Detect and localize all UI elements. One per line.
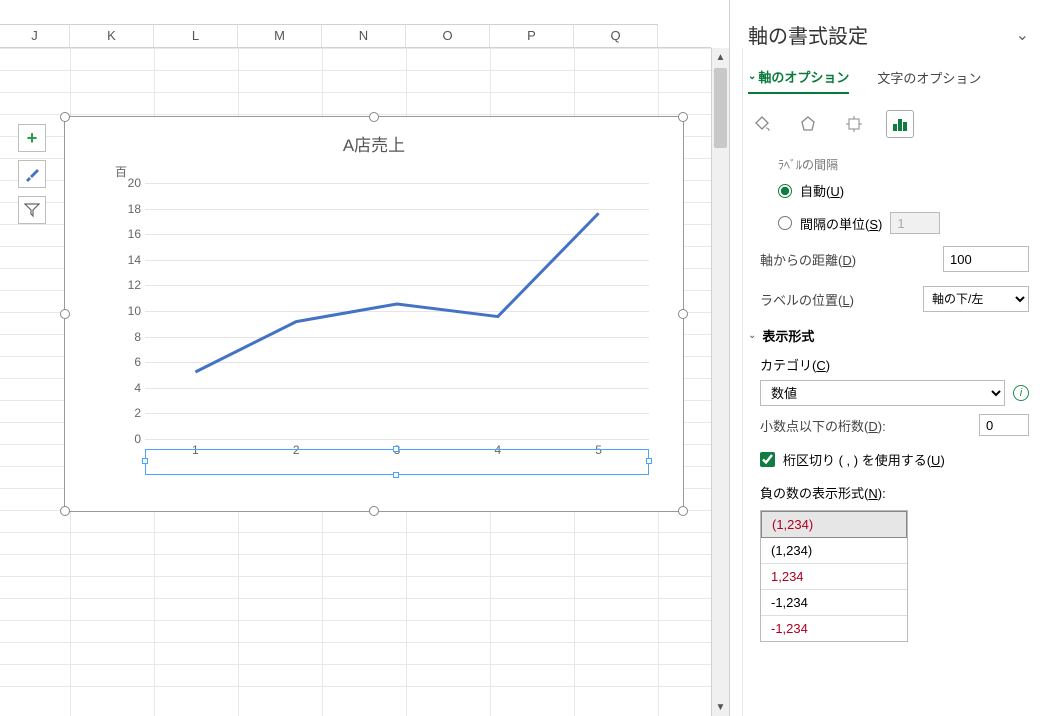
axis-sel-handle[interactable] [393,446,399,452]
axis-sel-handle[interactable] [646,458,652,464]
negative-format-option[interactable]: -1,234 [761,590,907,616]
size-properties-icon[interactable] [840,110,868,138]
option-tabs: ⌄軸のオプション 文字のオプション [748,67,1029,94]
negative-format-list[interactable]: (1,234) (1,234) 1,234 -1,234 -1,234 [760,510,908,642]
label-position-select[interactable]: 軸の下/左 [923,286,1029,312]
col-header[interactable]: P [490,24,574,47]
chart-mini-toolbar [18,124,46,224]
chart-object[interactable]: A店売上 百 02468101214161820 12345 [64,116,684,512]
label-interval-heading: ﾗﾍﾞﾙの間隔 [778,156,1029,173]
axis-sel-handle[interactable] [142,458,148,464]
category-axis-selection[interactable] [145,449,649,475]
chart-add-element-button[interactable] [18,124,46,152]
axis-option-category-icons [748,110,1029,138]
category-select[interactable]: 数値 [760,380,1005,406]
category-label: カテゴリ(C) [760,355,1029,374]
vertical-scrollbar[interactable]: ▲ ▼ [711,48,729,716]
resize-handle[interactable] [60,309,70,319]
resize-handle[interactable] [60,112,70,122]
pane-title: 軸の書式設定 [748,20,868,49]
axis-options-icon[interactable] [886,110,914,138]
col-header[interactable]: O [406,24,490,47]
negative-format-option[interactable]: (1,234) [761,538,907,564]
distance-from-axis-input[interactable] [943,246,1029,272]
negative-format-option[interactable]: 1,234 [761,564,907,590]
tab-axis-options[interactable]: ⌄軸のオプション [748,67,849,94]
fill-line-icon[interactable] [748,110,776,138]
negative-format-option[interactable]: -1,234 [761,616,907,641]
chevron-down-icon[interactable]: ⌄ [1016,25,1029,45]
display-unit-label[interactable]: 百 [115,163,127,180]
chart-title[interactable]: A店売上 [65,131,683,156]
decimal-places-label: 小数点以下の桁数(D): [760,416,969,435]
negative-format-option[interactable]: (1,234) [761,511,907,538]
col-header[interactable]: L [154,24,238,47]
spreadsheet-pane: J K L M N O P Q A店売上 [0,0,711,716]
scrollbar-thumb[interactable] [714,68,727,148]
chevron-down-icon: ⌄ [748,330,756,341]
grid-area[interactable]: A店売上 百 02468101214161820 12345 [0,48,711,716]
data-series-line[interactable] [145,183,649,687]
plot-area[interactable]: 02468101214161820 12345 [145,183,649,439]
decimal-places-input[interactable] [979,414,1029,436]
interval-input [890,212,940,234]
funnel-icon [24,202,40,218]
distance-from-axis-label: 軸からの距離(D) [760,250,933,269]
info-icon[interactable]: i [1013,385,1029,401]
chart-filter-button[interactable] [18,196,46,224]
paintbrush-icon [24,166,40,182]
plus-icon [27,128,38,149]
resize-handle[interactable] [678,309,688,319]
resize-handle[interactable] [678,112,688,122]
col-header[interactable]: J [0,24,70,47]
radio-interval[interactable] [778,216,792,230]
number-format-section-header[interactable]: ⌄ 表示形式 [748,326,1029,345]
tab-text-options[interactable]: 文字のオプション [877,68,981,93]
col-header[interactable]: Q [574,24,658,47]
col-header[interactable]: K [70,24,154,47]
effects-icon[interactable] [794,110,822,138]
col-header[interactable]: N [322,24,406,47]
radio-auto-interval[interactable]: 自動(U) [778,181,1029,200]
scroll-down-arrow-icon[interactable]: ▼ [712,698,729,716]
label-position-label: ラベルの位置(L) [760,290,913,309]
col-header[interactable]: M [238,24,322,47]
negative-format-label: 負の数の表示形式(N): [760,483,1029,502]
resize-handle[interactable] [369,112,379,122]
column-headers-row: J K L M N O P Q [0,24,711,48]
resize-handle[interactable] [678,506,688,516]
chevron-down-icon: ⌄ [748,71,756,82]
radio-specify-interval[interactable]: 間隔の単位(S) [778,212,1029,234]
scroll-up-arrow-icon[interactable]: ▲ [712,48,729,66]
chart-styles-button[interactable] [18,160,46,188]
radio-auto[interactable] [778,184,792,198]
format-axis-pane: 軸の書式設定 ⌄ ⌄軸のオプション 文字のオプション ﾗﾍﾞﾙの間隔 自動(U)… [729,0,1043,716]
thousands-separator-checkbox[interactable] [760,452,775,467]
resize-handle[interactable] [60,506,70,516]
axis-sel-handle[interactable] [393,472,399,478]
thousands-separator-label: 桁区切り ( , ) を使用する(U) [783,450,945,469]
